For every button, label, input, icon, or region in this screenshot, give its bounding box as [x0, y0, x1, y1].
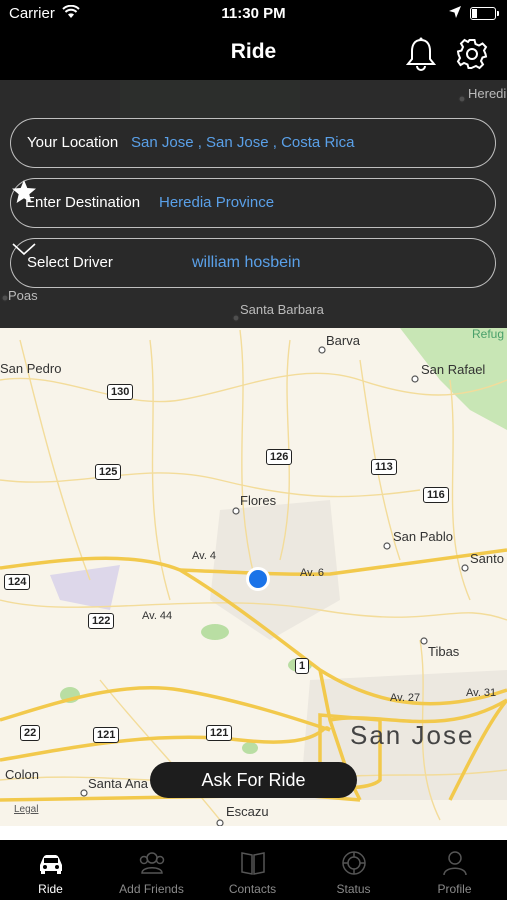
tab-bar: Ride Add Friends Contacts Status Profile — [0, 840, 507, 900]
place-label: San Rafael — [421, 362, 486, 377]
tab-status[interactable]: Status — [303, 840, 404, 900]
map-footer-strip — [0, 826, 507, 840]
tab-label: Ride — [38, 882, 63, 896]
place-label: Colon — [5, 767, 39, 782]
gear-icon[interactable] — [455, 36, 489, 72]
road-label: Av. 4 — [192, 550, 217, 562]
place-label: San Pedro — [0, 361, 62, 376]
status-bar: Carrier 11:30 PM — [0, 0, 507, 28]
route-shield: 121 — [206, 725, 233, 741]
contacts-icon — [241, 852, 265, 875]
your-location-value: San Jose , San Jose , Costa Rica — [131, 134, 355, 151]
route-shield: 113 — [371, 459, 397, 475]
place-label: Refug — [472, 327, 505, 341]
chevron-down-icon[interactable] — [11, 239, 37, 259]
tab-ride[interactable]: Ride — [0, 840, 101, 900]
battery-icon — [470, 7, 499, 20]
ask-for-ride-button[interactable]: Ask For Ride — [150, 762, 357, 798]
star-icon[interactable] — [11, 179, 37, 205]
route-shield: 126 — [266, 449, 293, 465]
route-shield: 22 — [20, 725, 41, 741]
place-label: Santa Barbara — [240, 302, 324, 317]
select-driver-field[interactable]: Select Driver william hosbein — [10, 238, 496, 288]
your-location-label: Your Location — [27, 134, 119, 151]
road-label: Av. 44 — [142, 610, 173, 622]
place-label: Flores — [240, 493, 277, 508]
city-label: San Jose — [350, 720, 475, 750]
road-label: Av. 6 — [300, 567, 325, 579]
tab-label: Add Friends — [119, 882, 184, 896]
your-location-field[interactable]: Your Location San Jose , San Jose , Cost… — [10, 118, 496, 168]
location-arrow-icon — [449, 6, 461, 18]
car-icon — [40, 855, 62, 874]
place-label: San Pablo — [393, 529, 453, 544]
tab-label: Contacts — [228, 882, 277, 896]
tab-profile[interactable]: Profile — [404, 840, 505, 900]
destination-label: Enter Destination — [25, 194, 141, 211]
select-driver-value: william hosbein — [192, 254, 301, 271]
legal-link[interactable]: Legal — [14, 804, 38, 815]
map-view[interactable]: Heredi Poas Santa Barbara Refug Barva Sa… — [0, 80, 507, 830]
place-label: Heredi — [468, 86, 507, 101]
place-label: Poas — [8, 288, 38, 303]
route-shield: 122 — [88, 613, 115, 629]
tab-contacts[interactable]: Contacts — [202, 840, 303, 900]
profile-icon — [443, 851, 467, 876]
select-driver-label: Select Driver — [27, 254, 113, 271]
place-label: Santa Ana — [88, 776, 148, 791]
road-label: Av. 27 — [390, 692, 421, 704]
route-shield: 121 — [93, 727, 120, 743]
route-shield: 130 — [107, 384, 134, 400]
route-shield: 125 — [95, 464, 122, 480]
bell-icon[interactable] — [404, 36, 438, 72]
place-label: Tibas — [428, 644, 460, 659]
route-shield: 116 — [423, 487, 449, 503]
status-icon — [342, 851, 366, 875]
status-time: 11:30 PM — [221, 5, 286, 22]
route-shield: 124 — [4, 574, 31, 590]
nav-bar: Ride — [0, 28, 507, 80]
destination-field[interactable]: Enter Destination Heredia Province — [10, 178, 496, 228]
tab-label: Status — [336, 882, 371, 896]
destination-value: Heredia Province — [159, 194, 275, 211]
route-shield: 1 — [295, 658, 310, 674]
place-label: Santo — [470, 551, 504, 566]
add-friends-icon — [139, 852, 165, 874]
tab-add-friends[interactable]: Add Friends — [101, 840, 202, 900]
road-label: Av. 31 — [466, 687, 497, 699]
place-label: Escazu — [226, 804, 269, 819]
tab-label: Profile — [437, 882, 472, 896]
place-label: Barva — [326, 333, 360, 348]
